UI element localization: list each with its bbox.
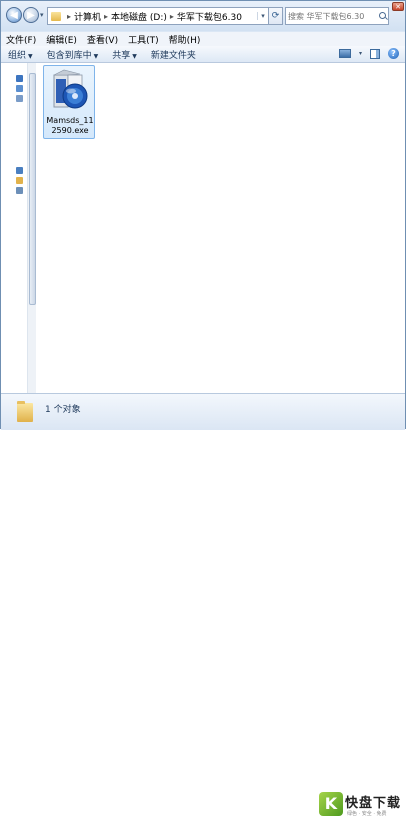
close-icon[interactable]: ✕ xyxy=(392,2,404,11)
search-icon[interactable] xyxy=(379,11,388,21)
organize-label: 组织 xyxy=(8,50,27,61)
view-controls: ▾ ? xyxy=(338,48,399,59)
breadcrumb-drive-d[interactable]: 本地磁盘 (D:) xyxy=(111,10,167,23)
item-count: 1 个对象 xyxy=(45,405,81,415)
search-input[interactable] xyxy=(286,11,378,21)
title-bar: ◀ ▶ ▾ ▸ 计算机 ▸ 本地磁盘 (D:) ▸ 华军下载包6.30 ▾ ⟳ … xyxy=(1,1,405,31)
new-folder-button[interactable]: 新建文件夹 xyxy=(144,48,203,61)
breadcrumb-computer[interactable]: 计算机 xyxy=(74,10,101,23)
logo-text: 快盘下载 xyxy=(345,796,402,811)
logo-subtitle: 绿色 · 安全 · 免费 xyxy=(347,811,387,817)
library-folder-icon[interactable] xyxy=(16,177,23,184)
menu-tools[interactable]: 工具(T) xyxy=(123,33,164,46)
nav-scrollbar[interactable] xyxy=(27,63,36,393)
preview-pane-icon[interactable] xyxy=(370,48,380,59)
desktop-icon[interactable] xyxy=(16,85,23,92)
dropdown-arrow-icon: ▼ xyxy=(28,52,33,60)
search-box[interactable] xyxy=(285,7,389,25)
folder-icon xyxy=(17,401,33,422)
file-item[interactable]: Mamsds_112590.exe xyxy=(43,65,95,139)
back-button[interactable]: ◀ xyxy=(6,7,22,23)
dropdown-arrow-icon: ▼ xyxy=(93,52,99,60)
menu-file[interactable]: 文件(F) xyxy=(1,33,41,46)
details-pane: 1 个对象 K 快盘下载 绿色 · 安全 · 免费 xyxy=(1,393,405,817)
share-button[interactable]: 共享 ▼ xyxy=(105,48,144,61)
view-dropdown-icon[interactable]: ▾ xyxy=(359,50,362,57)
view-mode-icon[interactable] xyxy=(338,49,351,58)
include-in-library-button[interactable]: 包含到库中 ▼ xyxy=(40,48,106,61)
share-label: 共享 xyxy=(112,50,131,61)
chevron-right-icon[interactable]: ▸ xyxy=(170,12,174,21)
file-list: Mamsds_112590.exe xyxy=(36,63,405,393)
menu-help[interactable]: 帮助(H) xyxy=(164,33,206,46)
nav-scrollbar-thumb[interactable] xyxy=(29,73,36,305)
menu-view[interactable]: 查看(V) xyxy=(82,33,123,46)
organize-button[interactable]: 组织 ▼ xyxy=(1,48,40,61)
navigation-pane xyxy=(1,63,36,393)
command-bar: 组织 ▼ 包含到库中 ▼ 共享 ▼ 新建文件夹 ▾ ? xyxy=(1,46,405,63)
music-library-icon[interactable] xyxy=(16,187,23,194)
file-name: Mamsds_112590.exe xyxy=(46,116,94,135)
refresh-button[interactable]: ⟳ xyxy=(269,7,283,25)
menu-edit[interactable]: 编辑(E) xyxy=(41,33,82,46)
include-in-library-label: 包含到库中 xyxy=(46,50,92,61)
help-icon[interactable]: ? xyxy=(388,48,399,59)
chevron-right-icon: ▸ xyxy=(67,11,72,21)
breadcrumb-current-folder[interactable]: 华军下载包6.30 xyxy=(177,10,242,23)
dropdown-arrow-icon: ▼ xyxy=(132,52,137,60)
installer-exe-icon xyxy=(53,69,88,109)
libraries-icon[interactable] xyxy=(16,167,23,174)
explorer-window: ◀ ▶ ▾ ▸ 计算机 ▸ 本地磁盘 (D:) ▸ 华军下载包6.30 ▾ ⟳ … xyxy=(0,0,406,817)
menu-bar: 文件(F) 编辑(E) 查看(V) 工具(T) 帮助(H) xyxy=(1,32,405,47)
forward-button[interactable]: ▶ xyxy=(23,7,39,23)
address-dropdown-icon[interactable]: ▾ xyxy=(257,12,268,20)
address-bar[interactable]: ▸ 计算机 ▸ 本地磁盘 (D:) ▸ 华军下载包6.30 ▾ xyxy=(47,7,269,25)
logo-mark: K xyxy=(319,792,343,816)
watermark-logo: K 快盘下载 绿色 · 安全 · 免费 xyxy=(319,790,405,822)
recent-pages-dropdown[interactable]: ▾ xyxy=(40,11,44,19)
favorites-icon[interactable] xyxy=(16,75,23,82)
chevron-right-icon[interactable]: ▸ xyxy=(104,12,108,21)
folder-icon xyxy=(51,11,61,21)
recent-places-icon[interactable] xyxy=(16,95,23,102)
